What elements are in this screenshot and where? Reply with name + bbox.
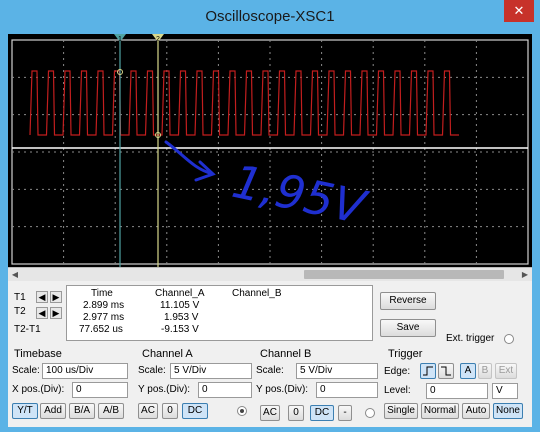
channel-b-title: Channel B	[260, 348, 312, 360]
t2-t1-channel-a: -9.153 V	[161, 324, 199, 335]
channel-b-dc-button[interactable]: DC	[310, 405, 334, 421]
channel-b-ypos-label: Y pos.(Div):	[256, 384, 309, 395]
t2-time: 2.977 ms	[83, 312, 125, 323]
scroll-right-icon[interactable]: ▶	[518, 268, 532, 282]
scroll-thumb[interactable]	[304, 270, 504, 279]
channel-b-ypos-field[interactable]: 0	[316, 382, 378, 398]
channel-a-ypos-label: Y pos.(Div):	[138, 384, 191, 395]
trigger-level-field[interactable]: 0	[426, 383, 488, 399]
t1-time: 2.899 ms	[83, 300, 125, 311]
time-scrollbar[interactable]: ◀ ▶	[8, 267, 532, 282]
window-title: Oscilloscope-XSC1	[205, 8, 335, 25]
t1-label: T1	[14, 292, 26, 303]
cursor-t1-label: 1	[118, 36, 122, 43]
trigger-edge-label: Edge:	[384, 366, 411, 377]
channel-a-ypos-field[interactable]: 0	[198, 382, 252, 398]
ext-trigger-label: Ext. trigger	[446, 333, 495, 344]
mode-ab-button[interactable]: A/B	[98, 403, 124, 419]
trigger-single-button[interactable]: Single	[384, 403, 418, 419]
timebase-scale-label: Scale:	[12, 365, 40, 376]
ext-trigger-radio[interactable]	[504, 334, 514, 344]
oscilloscope-screen: 1 2 1,95V	[8, 34, 532, 267]
t2-t1-label: T2-T1	[14, 324, 41, 335]
scroll-left-icon[interactable]: ◀	[8, 268, 22, 282]
t2-label: T2	[14, 306, 26, 317]
cursor-t2-label: 2	[156, 36, 160, 43]
t2-t1-time: 77.652 us	[79, 324, 123, 335]
close-button[interactable]: ✕	[504, 0, 534, 22]
channel-b-gnd-button[interactable]: 0	[288, 405, 304, 421]
control-panel: T1 ◀ ▶ T2 ◀ ▶ T2-T1 Time Channel_A Chann…	[8, 281, 532, 427]
timebase-title: Timebase	[14, 348, 62, 360]
annotation-text: 1,95V	[228, 154, 374, 235]
timebase-xpos-field[interactable]: 0	[72, 382, 128, 398]
trigger-source-a-button[interactable]: A	[460, 363, 476, 379]
channel-a-dc-button[interactable]: DC	[182, 403, 208, 419]
reverse-button[interactable]: Reverse	[380, 292, 436, 310]
channel-b-radio[interactable]	[365, 408, 375, 418]
save-button[interactable]: Save	[380, 319, 436, 337]
trigger-source-b-button[interactable]: B	[478, 363, 492, 379]
trigger-title: Trigger	[388, 348, 423, 360]
channel-b-scale-field[interactable]: 5 V/Div	[296, 363, 378, 379]
falling-edge-icon[interactable]	[438, 363, 454, 379]
trigger-auto-button[interactable]: Auto	[462, 403, 490, 419]
t2-channel-a: 1.953 V	[164, 312, 199, 323]
col-header-channel-a: Channel_A	[155, 288, 205, 299]
mode-ba-button[interactable]: B/A	[69, 403, 95, 419]
trigger-level-label: Level:	[384, 385, 411, 396]
t2-left-arrow-icon[interactable]: ◀	[36, 307, 48, 319]
channel-a-radio[interactable]	[237, 406, 247, 416]
trigger-level-unit[interactable]: V	[492, 383, 518, 399]
grid	[11, 39, 529, 265]
t1-channel-a: 11.105 V	[160, 300, 200, 311]
channel-a-ac-button[interactable]: AC	[138, 403, 158, 419]
col-header-time: Time	[91, 288, 113, 299]
channel-a-trace	[29, 70, 459, 136]
mode-add-button[interactable]: Add	[40, 403, 66, 419]
col-header-channel-b: Channel_B	[232, 288, 282, 299]
t1-left-arrow-icon[interactable]: ◀	[36, 291, 48, 303]
timebase-xpos-label: X pos.(Div):	[12, 384, 65, 395]
t1-right-arrow-icon[interactable]: ▶	[50, 291, 62, 303]
channel-a-title: Channel A	[142, 348, 193, 360]
trigger-normal-button[interactable]: Normal	[421, 403, 459, 419]
trigger-source-ext-button[interactable]: Ext	[495, 363, 517, 379]
waveform-display: 1 2 1,95V	[11, 34, 529, 267]
trigger-none-button[interactable]: None	[493, 403, 523, 419]
mode-yt-button[interactable]: Y/T	[12, 403, 38, 419]
channel-a-scale-field[interactable]: 5 V/Div	[170, 363, 252, 379]
cursor-readout: Time Channel_A Channel_B 2.899 ms 11.105…	[66, 285, 373, 341]
channel-a-scale-label: Scale:	[138, 365, 166, 376]
timebase-scale-field[interactable]: 100 us/Div	[42, 363, 128, 379]
channel-b-scale-label: Scale:	[256, 365, 284, 376]
t2-right-arrow-icon[interactable]: ▶	[50, 307, 62, 319]
channel-b-invert-button[interactable]: -	[338, 405, 352, 421]
channel-a-gnd-button[interactable]: 0	[162, 403, 178, 419]
rising-edge-icon[interactable]	[420, 363, 436, 379]
channel-b-ac-button[interactable]: AC	[260, 405, 280, 421]
